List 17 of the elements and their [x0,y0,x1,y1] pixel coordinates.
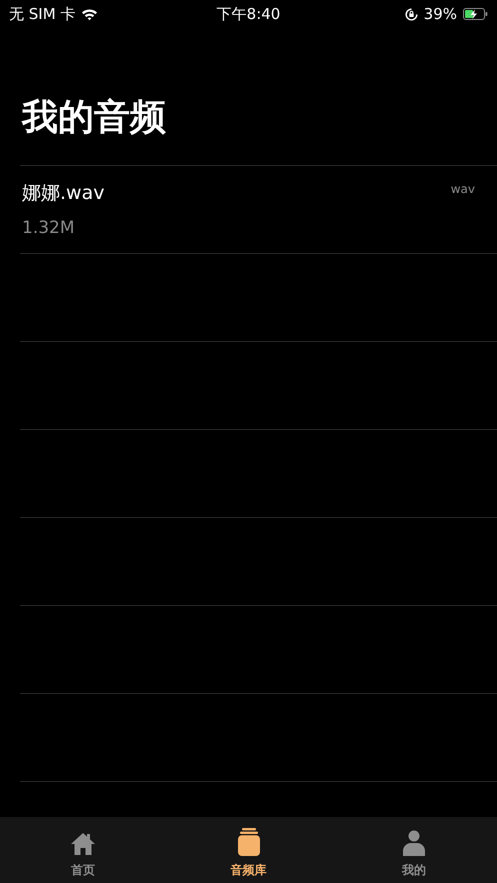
file-name: 娜娜.wav [22,181,104,206]
battery-charging-icon [463,8,488,20]
tab-bar-item[interactable]: 音频库 [166,817,332,883]
file-size: 1.32M [22,218,75,238]
person-icon [403,830,426,856]
wifi-icon [81,8,98,20]
status-time: 下午8:40 [216,4,280,24]
audio-file-item[interactable]: 娜娜.wav wav 1.32M [20,165,497,253]
carrier-label: 无 SIM 卡 [9,4,76,24]
rotation-lock-icon [404,8,418,20]
file-format: wav [450,182,475,196]
home-icon [70,832,96,856]
jar-icon [238,828,260,856]
page-title: 我的音频 [20,96,167,140]
tab-bar-item[interactable]: 我的 [331,817,497,883]
tab-bar-item[interactable]: 首页 [0,817,166,883]
battery-percent: 39% [424,5,457,23]
